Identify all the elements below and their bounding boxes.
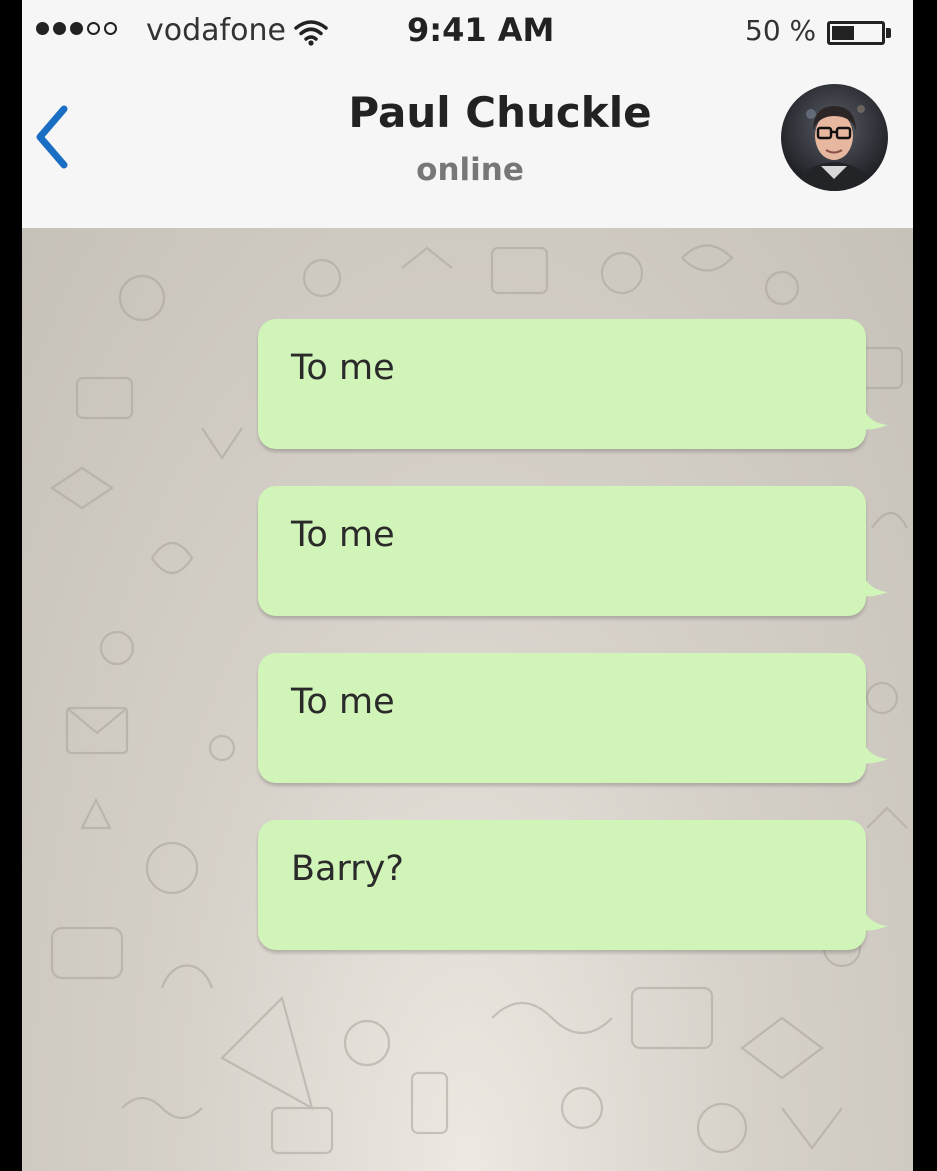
bubble-tail [862, 906, 888, 931]
signal-dot-empty [87, 22, 100, 35]
contact-name[interactable]: Paul Chuckle [22, 88, 913, 137]
signal-dot-filled [70, 22, 83, 35]
battery-percent: 50 % [745, 14, 817, 47]
signal-dot-filled [53, 22, 66, 35]
signal-dots-icon [36, 22, 117, 35]
bubble-tail [862, 739, 888, 764]
message-bubble-outgoing[interactable]: To me [258, 486, 888, 616]
clock-time: 9:41 AM [407, 11, 555, 49]
bubble-tail [862, 405, 888, 430]
battery-icon [827, 21, 885, 45]
message-text: Barry? [291, 849, 404, 889]
battery-fill [832, 26, 854, 40]
signal-dot-empty [104, 22, 117, 35]
bubble-tail [862, 572, 888, 597]
wifi-icon [294, 18, 328, 50]
avatar-image [781, 84, 888, 191]
battery-nub [886, 28, 891, 38]
chat-area[interactable]: To me To me To me Barry? [22, 228, 913, 1171]
chat-header: Paul Chuckle online [22, 62, 913, 229]
signal-dot-filled [36, 22, 49, 35]
message-text: To me [291, 682, 395, 722]
phone-screen: vodafone 9:41 AM 50 % Paul Chuckle onlin… [22, 0, 913, 1171]
message-text: To me [291, 348, 395, 388]
message-bubble-outgoing[interactable]: Barry? [258, 820, 888, 950]
message-bubble-outgoing[interactable]: To me [258, 319, 888, 449]
status-bar: vodafone 9:41 AM 50 % [22, 0, 913, 62]
contact-avatar[interactable] [781, 84, 888, 191]
message-text: To me [291, 515, 395, 555]
contact-status: online [416, 152, 524, 188]
message-bubble-outgoing[interactable]: To me [258, 653, 888, 783]
carrier-name: vodafone [146, 13, 286, 48]
